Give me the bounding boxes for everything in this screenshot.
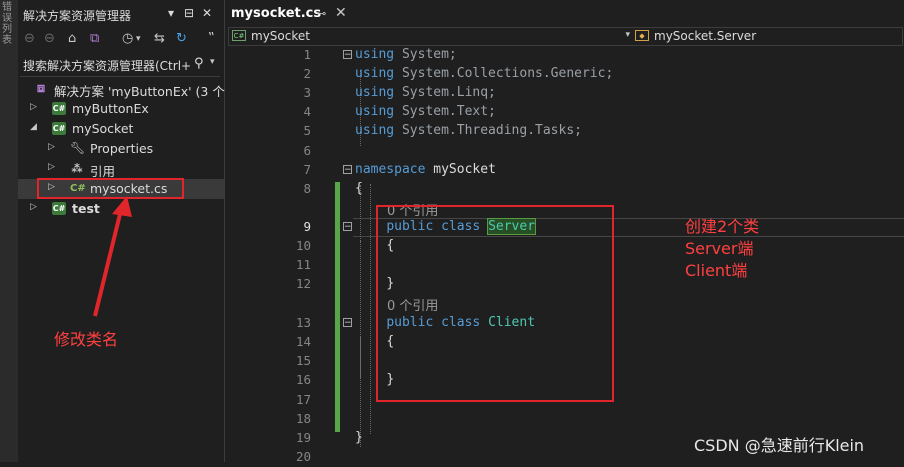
line-number: 18 xyxy=(295,411,311,426)
code-line: 8 { xyxy=(225,180,904,199)
class-icon: ◆ xyxy=(635,30,649,41)
fold-icon[interactable]: − xyxy=(343,50,352,60)
tab-mysocket-cs[interactable]: mysocket.cs ⊸ ✕ xyxy=(227,2,353,28)
type-dropdown[interactable]: ◆ mySocket.Server xyxy=(632,27,903,46)
line-number: 11 xyxy=(295,257,311,272)
annotation-line: 创建2个类 xyxy=(685,217,760,236)
namespace-text: System.Text; xyxy=(401,104,496,119)
fold-icon[interactable]: − xyxy=(343,165,352,175)
line-number: 9 xyxy=(303,219,311,234)
annotation-create-classes: 创建2个类 Server端 Client端 xyxy=(685,216,759,282)
line-number: 7 xyxy=(303,162,311,177)
keyword: using xyxy=(355,66,395,81)
code-line: 5 using System.Threading.Tasks; xyxy=(225,122,904,141)
csharp-icon: C# xyxy=(232,30,246,41)
tab-label: mysocket.cs xyxy=(231,6,322,21)
annotation-line: Client端 xyxy=(685,261,748,280)
annotation-line: Server端 xyxy=(685,239,754,258)
code-line: 7 − namespace mySocket xyxy=(225,161,904,180)
line-number: 16 xyxy=(295,372,311,387)
namespace-text: System.Linq; xyxy=(401,85,496,100)
code-line: 1 − using System; xyxy=(225,46,904,65)
project-dropdown[interactable]: C# mySocket ▾ xyxy=(228,27,634,46)
namespace-text: System; xyxy=(401,47,457,62)
line-number: 15 xyxy=(295,353,311,368)
code-line: 6 xyxy=(225,142,904,161)
fold-icon[interactable]: − xyxy=(343,222,352,232)
namespace-name: mySocket xyxy=(433,162,496,177)
brace: { xyxy=(355,181,363,196)
annotation-arrow xyxy=(93,209,123,317)
line-number: 6 xyxy=(303,143,311,158)
keyword: using xyxy=(355,123,395,138)
line-number: 3 xyxy=(303,85,311,100)
project-dropdown-value: mySocket xyxy=(251,29,310,43)
line-number: 19 xyxy=(295,430,311,445)
line-number: 1 xyxy=(303,47,311,62)
annotation-arrowhead xyxy=(112,196,132,217)
line-number: 14 xyxy=(295,334,311,349)
line-number: 17 xyxy=(295,392,311,407)
tab-pin-icon[interactable]: ⊸ xyxy=(317,7,326,20)
chevron-down-icon: ▾ xyxy=(625,30,630,40)
watermark: CSDN @急速前行Klein xyxy=(694,436,865,455)
line-number: 8 xyxy=(303,181,311,196)
line-number: 5 xyxy=(303,123,311,138)
editor-navigation-bar: C# mySocket ▾ ◆ mySocket.Server xyxy=(225,26,904,47)
line-number: 13 xyxy=(295,315,311,330)
keyword: using xyxy=(355,104,395,119)
keyword: using xyxy=(355,47,395,62)
brace: } xyxy=(355,430,363,445)
code-line: 18 xyxy=(225,410,904,429)
line-number: 12 xyxy=(295,276,311,291)
code-line: 3 using System.Linq; xyxy=(225,84,904,103)
code-line: 4 using System.Text; xyxy=(225,103,904,122)
annotation-box-classes xyxy=(376,205,614,402)
keyword: using xyxy=(355,85,395,100)
keyword: namespace xyxy=(355,162,426,177)
namespace-text: System.Collections.Generic; xyxy=(401,66,614,81)
code-line: 2 using System.Collections.Generic; xyxy=(225,65,904,84)
line-number: 10 xyxy=(295,238,311,253)
fold-icon[interactable]: − xyxy=(343,318,352,328)
editor-tab-bar: mysocket.cs ⊸ ✕ xyxy=(225,0,904,28)
tab-close-icon[interactable]: ✕ xyxy=(335,5,347,21)
line-number: 4 xyxy=(303,104,311,119)
namespace-text: System.Threading.Tasks; xyxy=(401,123,582,138)
annotation-rename-class: 修改类名 xyxy=(54,330,119,349)
type-dropdown-value: mySocket.Server xyxy=(654,29,757,43)
line-number: 2 xyxy=(303,66,311,81)
